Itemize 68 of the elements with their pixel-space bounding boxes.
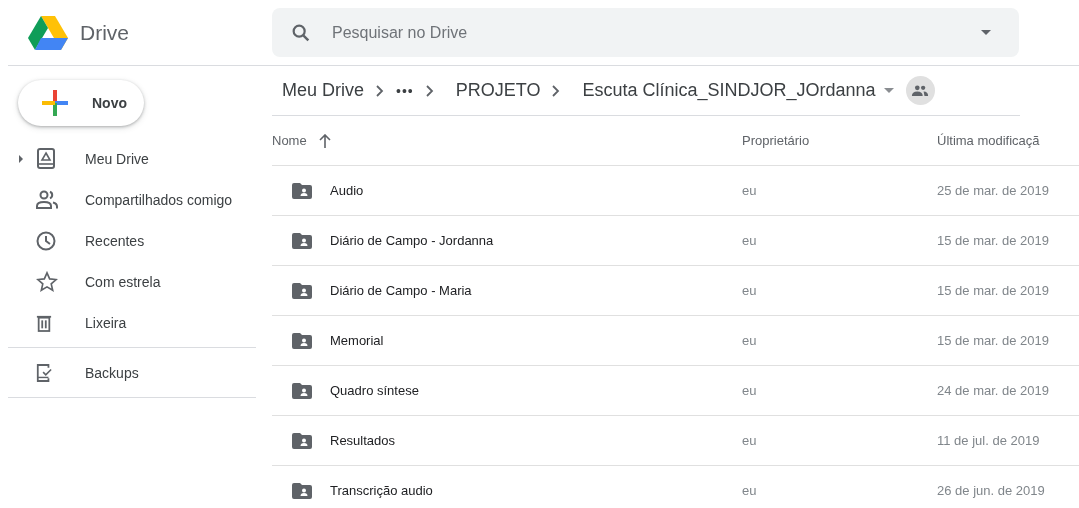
file-row[interactable]: Memorial eu 15 de mar. de 2019 [272, 316, 1079, 366]
sidebar-item[interactable]: Meu Drive [8, 138, 256, 179]
chevron-right-icon [425, 84, 434, 97]
expand-caret-icon[interactable] [19, 154, 23, 163]
file-row[interactable]: Transcrição audio eu 26 de jun. de 2019 [272, 466, 1079, 508]
dropdown-icon[interactable] [981, 30, 991, 35]
star-icon [36, 270, 58, 293]
modified-date: 15 de mar. de 2019 [937, 333, 1050, 348]
drive-icon [36, 147, 56, 170]
file-row[interactable]: Diário de Campo - Maria eu 15 de mar. de 2019 [272, 266, 1079, 316]
shared-folder-icon [292, 432, 312, 449]
shared-people-icon[interactable] [905, 76, 935, 105]
modified-date: 26 de jun. de 2019 [937, 483, 1045, 498]
breadcrumb-link[interactable]: Meu Drive [272, 80, 365, 101]
owner-cell: eu [742, 483, 757, 498]
shared-folder-icon [292, 332, 312, 349]
owner-cell: eu [742, 283, 757, 298]
new-button[interactable]: Novo [18, 80, 144, 126]
file-name: Audio [330, 183, 364, 198]
owner-cell: eu [742, 383, 757, 398]
search-bar[interactable]: Pesquisar no Drive [272, 8, 1019, 57]
sidebar-item[interactable]: Compartilhados comigo [8, 179, 256, 220]
file-name: Diário de Campo - Jordanna [330, 233, 494, 248]
shared-folder-icon [292, 482, 312, 499]
modified-date: 25 de mar. de 2019 [937, 183, 1050, 198]
file-row[interactable]: Audio eu 25 de mar. de 2019 [272, 166, 1079, 216]
owner-cell: eu [742, 233, 757, 248]
modified-date: 15 de mar. de 2019 [937, 283, 1050, 298]
file-name: Memorial [330, 333, 384, 348]
trash-icon [36, 313, 52, 332]
owner-cell: eu [742, 333, 757, 348]
clock-icon [36, 230, 56, 251]
file-name: Quadro síntese [330, 383, 419, 398]
owner-cell: eu [742, 433, 757, 448]
shared-folder-icon [292, 282, 312, 299]
column-header[interactable]: Última modificaçã [937, 133, 1040, 148]
sidebar-item[interactable]: Com estrela [8, 261, 256, 302]
file-name: Diário de Campo - Maria [330, 283, 472, 298]
sidebar-item[interactable]: Backups [8, 352, 256, 393]
chevron-right-icon [552, 84, 561, 97]
column-header[interactable]: Nome [272, 133, 307, 148]
phone-check-icon [36, 362, 52, 383]
breadcrumb-link[interactable]: PROJETO [445, 80, 541, 101]
modified-date: 11 de jul. de 2019 [937, 433, 1040, 448]
file-name: Resultados [330, 433, 396, 448]
sidebar-item[interactable]: Lixeira [8, 302, 256, 343]
app-name: Drive [80, 20, 129, 45]
owner-cell: eu [742, 183, 757, 198]
shared-folder-icon [292, 232, 312, 249]
drive-logo-icon [28, 15, 68, 50]
file-name: Transcrição audio [330, 483, 433, 498]
shared-folder-icon [292, 382, 312, 399]
sidebar-item[interactable]: Recentes [8, 220, 256, 261]
shared-folder-icon [292, 182, 312, 199]
file-row[interactable]: Diário de Campo - Jordanna eu 15 de mar. de 2019 [272, 216, 1079, 266]
column-header[interactable]: Proprietário [742, 133, 810, 148]
modified-date: 15 de mar. de 2019 [937, 233, 1050, 248]
people-icon [36, 189, 58, 210]
file-row[interactable]: Quadro síntese eu 24 de mar. de 2019 [272, 366, 1079, 416]
modified-date: 24 de mar. de 2019 [937, 383, 1050, 398]
file-row[interactable]: Resultados eu 11 de jul. de 2019 [272, 416, 1079, 466]
search-field[interactable]: Pesquisar no Drive [330, 22, 963, 43]
sort-up-arrow-icon[interactable] [318, 133, 331, 148]
current-folder-button[interactable]: Escuta Clínica_SINDJOR_JOrdanna [572, 80, 876, 101]
chevron-right-icon [376, 84, 385, 97]
more-folders-button[interactable]: ••• [396, 82, 414, 99]
plus-icon [42, 90, 68, 116]
dropdown-icon[interactable] [883, 88, 894, 93]
